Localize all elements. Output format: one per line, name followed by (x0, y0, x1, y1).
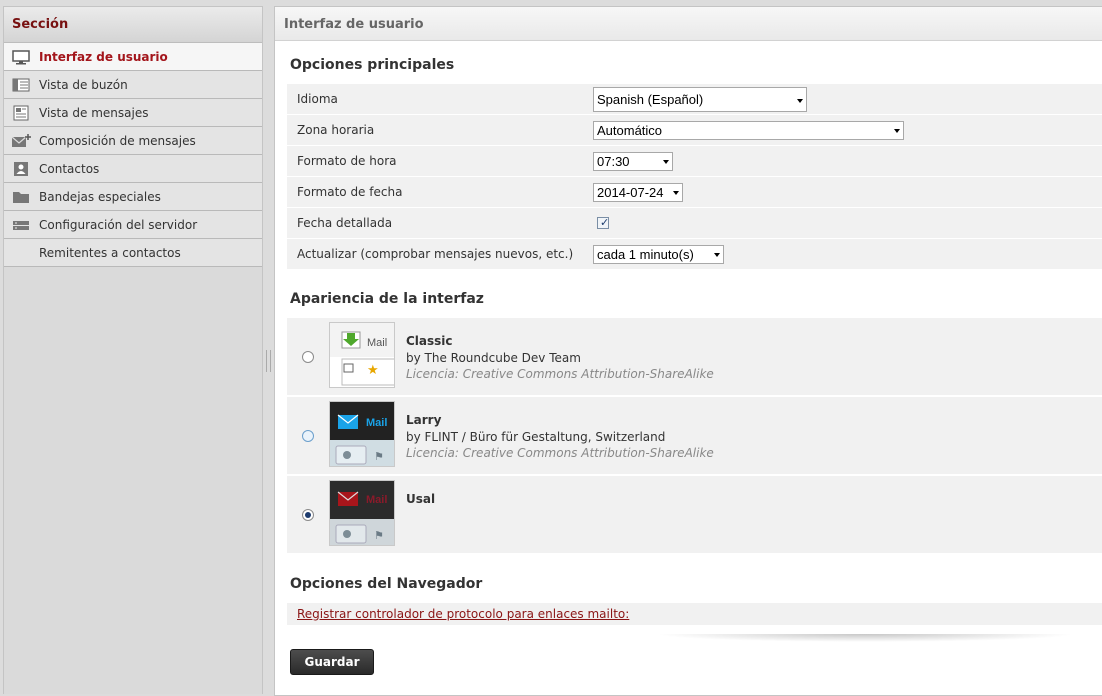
compose-icon (11, 133, 31, 149)
svg-text:⚑: ⚑ (374, 529, 384, 542)
settings-main-panel: Interfaz de usuario Opciones principales… (274, 6, 1102, 696)
option-label: Actualizar (comprobar mensajes nuevos, e… (297, 247, 574, 261)
sidebar-item-label: Remitentes a contactos (39, 246, 181, 260)
option-label: Formato de hora (297, 154, 397, 168)
timezone-select[interactable]: Automático (593, 120, 904, 140)
chevron-down-icon (894, 128, 900, 133)
monitor-icon (11, 49, 31, 65)
select-value: Spanish (Español) (597, 91, 704, 107)
sidebar-item-bandejas[interactable]: Bandejas especiales (4, 183, 262, 211)
sidebar-item-label: Configuración del servidor (39, 218, 198, 232)
svg-text:★: ★ (367, 363, 379, 378)
sidebar-item-contactos[interactable]: Contactos (4, 155, 262, 183)
folder-icon (11, 189, 31, 205)
svg-text:⚑: ⚑ (374, 450, 384, 463)
sidebar-item-interfaz[interactable]: Interfaz de usuario (4, 43, 262, 71)
date-format-select[interactable]: 2014-07-24 (593, 182, 683, 202)
detailed-date-checkbox[interactable]: ✓ (597, 216, 610, 229)
skin-license: Licencia: Creative Commons Attribution-S… (406, 446, 714, 460)
skin-option-usal[interactable]: Mail ⚑ Usal (287, 476, 1102, 555)
refresh-interval-select[interactable]: cada 1 minuto(s) (593, 244, 724, 264)
settings-sidebar: Sección Interfaz de usuario Vista de buz… (3, 6, 263, 694)
skin-name: Larry (406, 413, 442, 427)
skin-option-larry[interactable]: Mail ⚑ Larry by FLINT / Büro für Gestalt… (287, 397, 1102, 476)
sidebar-item-label: Contactos (39, 162, 100, 176)
sidebar-list: Interfaz de usuario Vista de buzón Vista… (4, 43, 262, 267)
select-value: cada 1 minuto(s) (597, 246, 694, 262)
protocol-link-row: Registrar controlador de protocolo para … (287, 603, 1102, 625)
skin-thumbnail-usal: Mail ⚑ (329, 480, 395, 546)
panel-splitter[interactable] (266, 350, 271, 372)
option-row-refresh: Actualizar (comprobar mensajes nuevos, e… (287, 239, 1102, 270)
skin-author: by The Roundcube Dev Team (406, 351, 581, 365)
sidebar-item-label: Composición de mensajes (39, 134, 196, 148)
sidebar-title: Sección (4, 7, 262, 43)
section-title-appearance: Apariencia de la interfaz (290, 291, 484, 307)
time-format-select[interactable]: 07:30 (593, 151, 673, 171)
chevron-down-icon (663, 159, 669, 164)
page-title: Interfaz de usuario (275, 7, 1102, 41)
option-row-date-format: Formato de fecha 2014-07-24 (287, 177, 1102, 208)
skin-thumbnail-larry: Mail ⚑ (329, 401, 395, 467)
section-title-main-options: Opciones principales (290, 57, 455, 73)
sidebar-item-composicion[interactable]: Composición de mensajes (4, 127, 262, 155)
sidebar-item-label: Bandejas especiales (39, 190, 161, 204)
skin-license: Licencia: Creative Commons Attribution-S… (406, 367, 714, 381)
skin-thumbnail-classic: Mail ★ (329, 322, 395, 388)
sidebar-item-label: Vista de mensajes (39, 106, 149, 120)
contacts-icon (11, 161, 31, 177)
main-options-table: Idioma Spanish (Español) Zona horaria Au… (287, 84, 1102, 270)
option-row-time-format: Formato de hora 07:30 (287, 146, 1102, 177)
section-title-browser: Opciones del Navegador (290, 576, 483, 592)
footer-divider (655, 634, 1075, 642)
skin-option-classic[interactable]: Mail ★ Classic by The Roundcube Dev Team… (287, 318, 1102, 397)
select-value: 07:30 (597, 153, 630, 169)
message-view-icon (11, 105, 31, 121)
skin-thumb-label: Mail (366, 417, 387, 429)
save-button[interactable]: Guardar (290, 649, 374, 675)
option-label: Zona horaria (297, 123, 375, 137)
skin-radio-classic[interactable] (302, 351, 314, 363)
sidebar-item-label: Vista de buzón (39, 78, 128, 92)
select-value: 2014-07-24 (597, 184, 664, 200)
option-row-detailed-date: Fecha detallada ✓ (287, 208, 1102, 239)
chevron-down-icon (673, 190, 679, 195)
skin-radio-larry[interactable] (302, 430, 314, 442)
chevron-down-icon (797, 98, 803, 103)
option-row-timezone: Zona horaria Automático (287, 115, 1102, 146)
server-icon (11, 217, 31, 233)
skin-thumb-label: Mail (366, 494, 387, 506)
sidebar-item-vista-buzon[interactable]: Vista de buzón (4, 71, 262, 99)
select-value: Automático (597, 122, 663, 138)
option-label: Idioma (297, 92, 338, 106)
chevron-down-icon (714, 252, 720, 257)
skin-name: Usal (406, 492, 436, 506)
sidebar-item-label: Interfaz de usuario (39, 50, 168, 64)
skin-name: Classic (406, 334, 453, 348)
check-icon: ✓ (600, 216, 610, 229)
skin-thumb-label: Mail (367, 337, 387, 349)
mailbox-view-icon (11, 77, 31, 93)
register-mailto-handler-link[interactable]: Registrar controlador de protocolo para … (297, 607, 629, 621)
skin-radio-usal[interactable] (302, 509, 314, 521)
sidebar-item-remitentes[interactable]: Remitentes a contactos (4, 239, 262, 267)
option-label: Formato de fecha (297, 185, 403, 199)
sidebar-item-servidor[interactable]: Configuración del servidor (4, 211, 262, 239)
option-row-language: Idioma Spanish (Español) (287, 84, 1102, 115)
sidebar-item-vista-mensajes[interactable]: Vista de mensajes (4, 99, 262, 127)
skin-author: by FLINT / Büro für Gestaltung, Switzerl… (406, 430, 666, 444)
language-select[interactable]: Spanish (Español) (593, 86, 807, 112)
option-label: Fecha detallada (297, 216, 393, 230)
